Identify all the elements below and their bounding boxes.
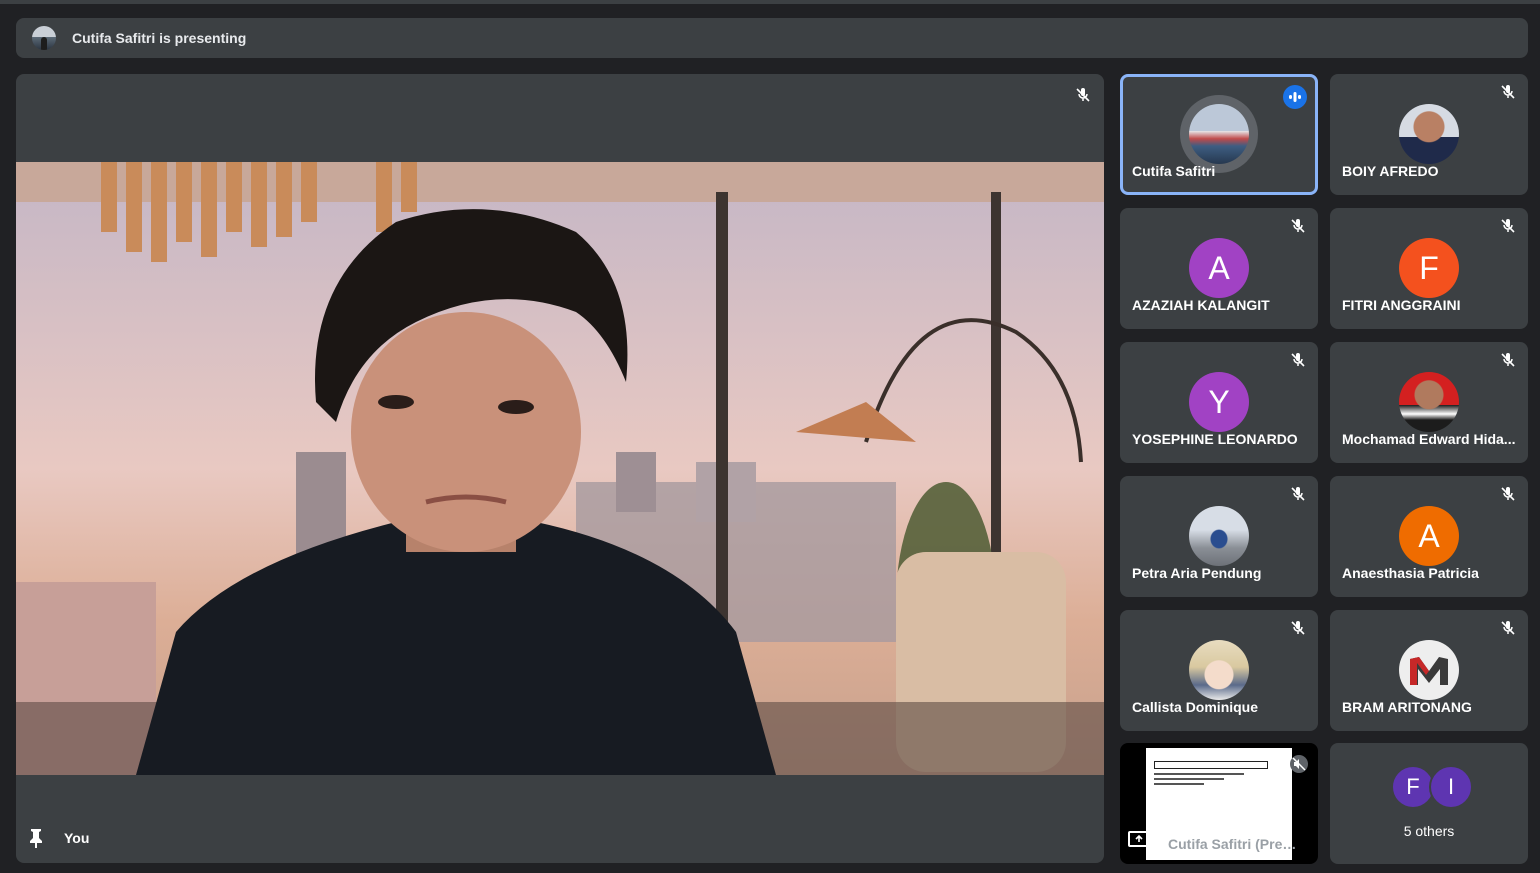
mic-off-icon xyxy=(1500,84,1516,105)
participant-name: Cutifa Safitri xyxy=(1132,163,1216,179)
slide-text-line xyxy=(1154,778,1224,780)
slide-text-line xyxy=(1154,783,1204,785)
participant-name: Callista Dominique xyxy=(1132,699,1259,715)
participant-name: BOIY AFREDO xyxy=(1342,163,1439,179)
mic-off-icon xyxy=(1290,620,1306,641)
participant-tile-petra-aria-pendung[interactable]: Petra Aria Pendung xyxy=(1120,476,1318,597)
participant-tile-callista-dominique[interactable]: Callista Dominique xyxy=(1120,610,1318,731)
video-scene xyxy=(16,162,1104,775)
slide-title-box xyxy=(1154,761,1268,769)
mic-off-icon xyxy=(1500,620,1516,641)
avatar xyxy=(1189,640,1249,700)
participant-name: Petra Aria Pendung xyxy=(1132,565,1262,581)
participant-name: Anaesthasia Patricia xyxy=(1342,565,1479,581)
avatar: A xyxy=(1189,238,1249,298)
self-video xyxy=(16,162,1104,775)
avatar xyxy=(1189,104,1249,164)
presenting-banner: Cutifa Safitri is presenting xyxy=(16,18,1528,58)
avatar: F xyxy=(1399,238,1459,298)
volume-off-icon xyxy=(1290,755,1308,778)
presentation-tile[interactable]: Cutifa Safitri (Pres... xyxy=(1120,743,1318,864)
avatar xyxy=(1399,372,1459,432)
mic-off-icon xyxy=(1290,352,1306,373)
others-count-label: 5 others xyxy=(1403,823,1455,839)
mic-off-icon xyxy=(1072,84,1094,106)
presenting-text: Cutifa Safitri is presenting xyxy=(72,30,247,46)
slide-text-line xyxy=(1154,773,1244,775)
self-video-tile[interactable]: You xyxy=(16,74,1104,863)
mic-off-icon xyxy=(1500,352,1516,373)
avatar xyxy=(1189,506,1249,566)
mic-off-icon xyxy=(1500,218,1516,239)
participant-name: Mochamad Edward Hida... xyxy=(1342,431,1516,447)
participant-tile-boiy-afredo[interactable]: BOIY AFREDO xyxy=(1330,74,1528,195)
participant-tile-mochamad-edward[interactable]: Mochamad Edward Hida... xyxy=(1330,342,1528,463)
mic-off-icon xyxy=(1500,486,1516,507)
participant-name: BRAM ARITONANG xyxy=(1342,699,1472,715)
pin-icon[interactable] xyxy=(28,828,44,848)
participant-name: FITRI ANGGRAINI xyxy=(1342,297,1461,313)
participant-tile-azaziah-kalangit[interactable]: A AZAZIAH KALANGIT xyxy=(1120,208,1318,329)
others-tile[interactable]: F I 5 others xyxy=(1330,743,1528,864)
avatar: I xyxy=(1429,765,1473,809)
avatar: Y xyxy=(1189,372,1249,432)
mic-off-icon xyxy=(1290,218,1306,239)
participant-tile-yosephine-leonardo[interactable]: Y YOSEPHINE LEONARDO xyxy=(1120,342,1318,463)
presentation-label: Cutifa Safitri (Pres... xyxy=(1168,836,1298,852)
avatar: A xyxy=(1399,506,1459,566)
participant-tile-fitri-anggraini[interactable]: F FITRI ANGGRAINI xyxy=(1330,208,1528,329)
top-strip xyxy=(0,0,1540,4)
participant-tile-bram-aritonang[interactable]: BRAM ARITONANG xyxy=(1330,610,1528,731)
participant-name: AZAZIAH KALANGIT xyxy=(1132,297,1270,313)
mic-off-icon xyxy=(1290,486,1306,507)
others-avatars: F I xyxy=(1391,765,1473,809)
logo-avatar xyxy=(1399,640,1459,700)
present-screen-icon xyxy=(1128,831,1150,854)
m-logo-icon xyxy=(1410,657,1448,685)
self-name-label: You xyxy=(64,830,90,846)
speaking-indicator-icon xyxy=(1283,85,1307,109)
participant-name: YOSEPHINE LEONARDO xyxy=(1132,431,1298,447)
participant-tile-cutifa-safitri[interactable]: Cutifa Safitri xyxy=(1120,74,1318,195)
presenter-avatar xyxy=(32,26,56,50)
avatar xyxy=(1399,104,1459,164)
participant-tile-anaesthasia-patricia[interactable]: A Anaesthasia Patricia xyxy=(1330,476,1528,597)
